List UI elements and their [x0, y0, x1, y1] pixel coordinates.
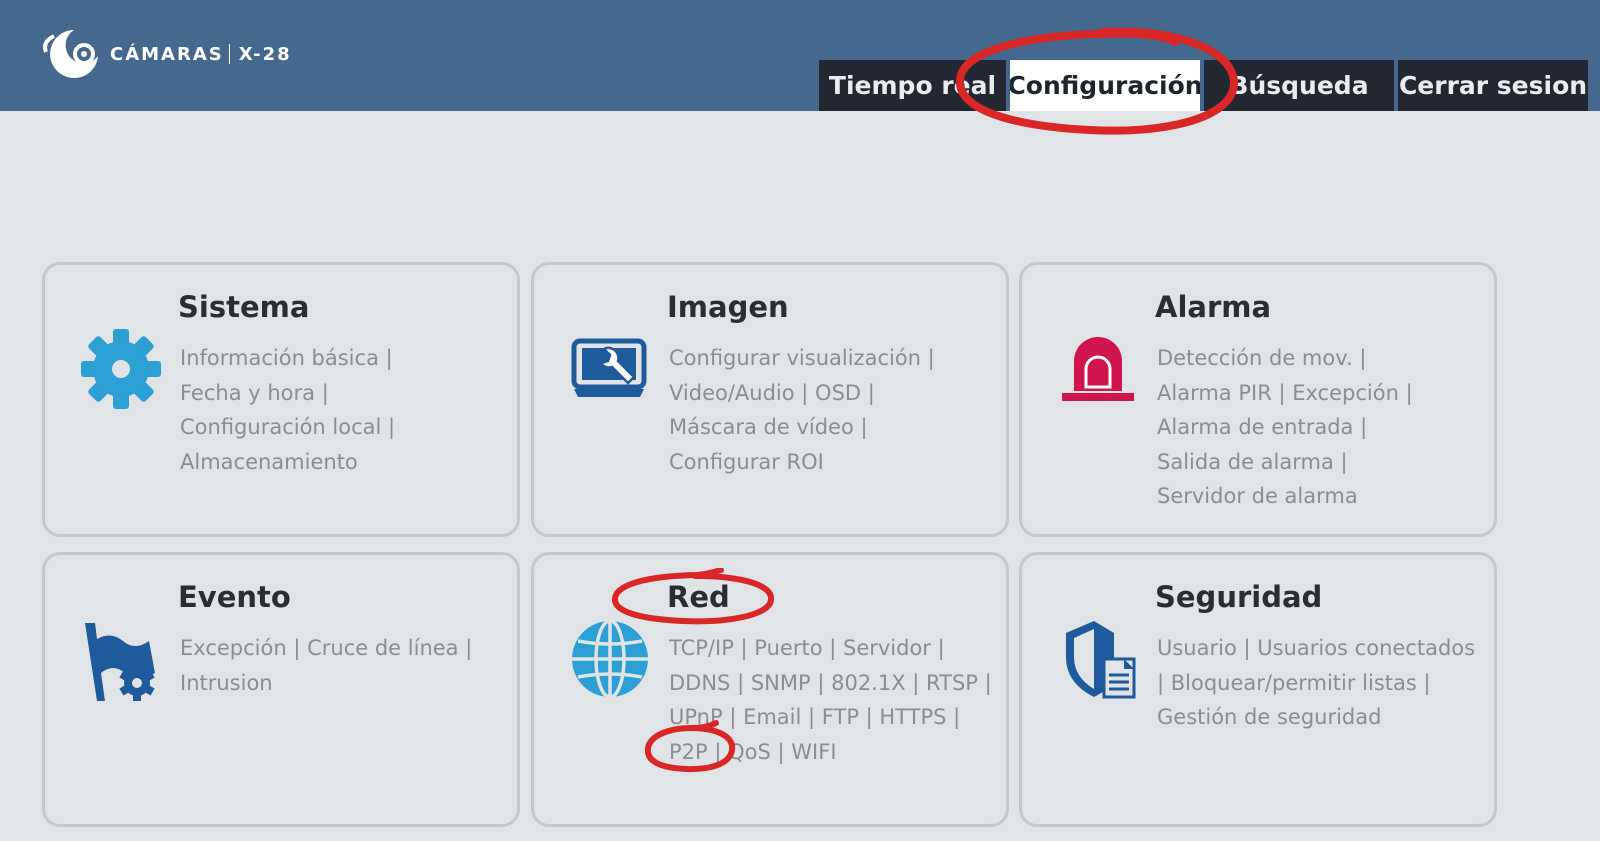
- link-alarma-pir[interactable]: Alarma PIR: [1157, 381, 1272, 405]
- card-links: Detección de mov. | Alarma PIR | Excepci…: [1157, 346, 1413, 508]
- card-title: Alarma: [1155, 290, 1272, 324]
- link-excepcion[interactable]: Excepción: [180, 636, 287, 660]
- top-header: CÁMARAS X-28 Tiempo real Configuración B…: [0, 0, 1600, 111]
- card-title: Sistema: [178, 290, 310, 324]
- link-upnp[interactable]: UPnP: [669, 705, 723, 729]
- link-servidor[interactable]: Servidor: [843, 636, 931, 660]
- link-osd[interactable]: OSD: [815, 381, 861, 405]
- card-sistema: Sistema Información básica | Fecha y hor…: [42, 262, 520, 537]
- link-snmp[interactable]: SNMP: [751, 671, 811, 695]
- link-salida-alarma[interactable]: Salida de alarma: [1157, 450, 1334, 474]
- link-puerto[interactable]: Puerto: [754, 636, 822, 660]
- logo-model: X-28: [238, 43, 292, 65]
- link-https[interactable]: HTTPS: [879, 705, 946, 729]
- tab-label: Cerrar sesion: [1398, 71, 1588, 100]
- link-gestion-seguridad[interactable]: Gestión de seguridad: [1157, 705, 1381, 729]
- link-video-audio[interactable]: Video/Audio: [669, 381, 795, 405]
- link-servidor-alarma[interactable]: Servidor de alarma: [1157, 484, 1358, 508]
- card-links: Configurar visualización | Video/Audio |…: [669, 346, 935, 474]
- card-seguridad: Seguridad Usuario | Usuarios conectados …: [1019, 552, 1497, 827]
- link-informacion-basica[interactable]: Información básica: [180, 346, 379, 370]
- link-almacenamiento[interactable]: Almacenamiento: [180, 450, 358, 474]
- tab-label: Búsqueda: [1229, 71, 1369, 100]
- link-p2p[interactable]: P2P: [669, 740, 708, 764]
- link-rtsp[interactable]: RTSP: [926, 671, 978, 695]
- link-qos[interactable]: QoS: [728, 740, 771, 764]
- card-evento: Evento Excepción | Cruce de línea | Intr…: [42, 552, 520, 827]
- tab-label: Configuración: [1010, 71, 1200, 100]
- link-fecha-hora[interactable]: Fecha y hora: [180, 381, 315, 405]
- main-nav: Tiempo real Configuración Búsqueda Cerra…: [819, 60, 1588, 111]
- card-links: Excepción | Cruce de línea | Intrusion: [180, 636, 473, 695]
- link-configurar-roi[interactable]: Configurar ROI: [669, 450, 824, 474]
- link-alarma-entrada[interactable]: Alarma de entrada: [1157, 415, 1353, 439]
- tab-configuracion[interactable]: Configuración: [1010, 60, 1200, 111]
- link-email[interactable]: Email: [743, 705, 801, 729]
- card-title: Imagen: [667, 290, 789, 324]
- shield-document-icon: [1066, 621, 1136, 699]
- link-usuario[interactable]: Usuario: [1157, 636, 1237, 660]
- card-alarma: Alarma Detección de mov. | Alarma PIR | …: [1019, 262, 1497, 537]
- link-ddns[interactable]: DDNS: [669, 671, 730, 695]
- link-excepcion[interactable]: Excepción: [1292, 381, 1399, 405]
- tab-busqueda[interactable]: Búsqueda: [1204, 60, 1394, 111]
- link-8021x[interactable]: 802.1X: [831, 671, 906, 695]
- card-imagen: Imagen Configurar visualización | Video/…: [531, 262, 1009, 537]
- link-configuracion-local[interactable]: Configuración local: [180, 415, 381, 439]
- link-cruce-linea[interactable]: Cruce de línea: [307, 636, 458, 660]
- link-mascara-video[interactable]: Máscara de vídeo: [669, 415, 854, 439]
- tab-tiempo-real[interactable]: Tiempo real: [819, 60, 1006, 111]
- globe-icon: [572, 619, 648, 699]
- link-bloquear-permitir-listas[interactable]: Bloquear/permitir listas: [1171, 671, 1417, 695]
- link-wifi[interactable]: WIFI: [791, 740, 836, 764]
- gear-icon: [81, 329, 161, 409]
- link-intrusion[interactable]: Intrusion: [180, 671, 273, 695]
- card-title: Red: [667, 580, 730, 614]
- link-deteccion-mov[interactable]: Detección de mov.: [1157, 346, 1353, 370]
- card-title: Seguridad: [1155, 580, 1323, 614]
- card-links: Usuario | Usuarios conectados | Bloquear…: [1157, 636, 1476, 729]
- card-red: Red TCP/IP | Puerto | Servidor | DDNS | …: [531, 552, 1009, 827]
- tab-cerrar-sesion[interactable]: Cerrar sesion: [1398, 60, 1588, 111]
- card-links: TCP/IP | Puerto | Servidor | DDNS | SNMP…: [669, 636, 992, 764]
- logo: CÁMARAS X-28: [40, 26, 292, 82]
- link-configurar-visualizacion[interactable]: Configurar visualización: [669, 346, 921, 370]
- logo-brand: CÁMARAS: [110, 43, 224, 65]
- monitor-wrench-icon: [571, 338, 647, 397]
- flag-gear-icon: [85, 623, 155, 701]
- card-links: Información básica | Fecha y hora | Conf…: [180, 346, 396, 474]
- tab-label: Tiempo real: [828, 71, 997, 100]
- alarm-siren-icon: [1062, 337, 1134, 401]
- link-tcp-ip[interactable]: TCP/IP: [669, 636, 734, 660]
- camera-logo-icon: [43, 30, 98, 78]
- link-ftp[interactable]: FTP: [822, 705, 859, 729]
- link-usuarios-conectados[interactable]: Usuarios conectados: [1257, 636, 1475, 660]
- card-title: Evento: [178, 580, 291, 614]
- logo-divider: [228, 44, 230, 64]
